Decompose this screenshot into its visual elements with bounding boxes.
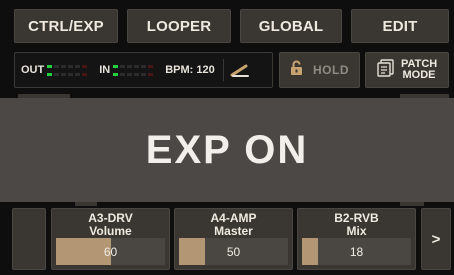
param-knob[interactable]: A3-DRV Volume 60 [51,208,170,270]
tab-label: EDIT [382,17,418,35]
exp-status-overlay: EXP ON [0,98,454,202]
param-knob[interactable]: A4-AMP Master 50 [174,208,293,270]
patch-mode-label-line2: MODE [402,69,436,81]
out-level-label: OUT [21,64,45,76]
tab-global[interactable]: GLOBAL [240,9,342,43]
param-title: A4-AMP Master [175,212,292,238]
bpm-display[interactable]: BPM: 120 [165,64,215,76]
param-name: Volume [89,224,132,238]
next-page-button[interactable]: > [421,208,451,270]
hold-label: HOLD [313,63,349,77]
patch-list-icon [377,58,395,82]
prev-page-button[interactable] [12,208,46,270]
patch-mode-label: PATCH MODE [401,59,437,81]
out-level-meter [47,64,88,76]
tab-label: GLOBAL [258,17,324,35]
lock-icon [290,60,303,81]
param-bar[interactable]: 50 [179,238,288,265]
tab-edit[interactable]: EDIT [351,9,449,43]
tab-looper[interactable]: LOOPER [127,9,231,43]
param-knob[interactable]: B2-RVB Mix 18 [297,208,416,270]
param-name: Master [214,224,253,238]
chevron-right-icon: > [431,230,441,248]
param-value: 60 [103,244,118,259]
in-level-label: IN [99,64,111,76]
in-level-meter [113,64,154,76]
tab-ctrl-exp[interactable]: CTRL/EXP [14,9,118,43]
overlay-text: EXP ON [145,127,309,172]
tab-label: CTRL/EXP [28,17,104,35]
param-bar[interactable]: 18 [302,238,411,265]
tab-label: LOOPER [146,17,212,35]
param-value: 50 [226,244,241,259]
status-bar: OUT IN BPM: 120 [14,52,273,88]
param-value: 18 [349,244,364,259]
param-title: A3-DRV Volume [52,212,169,238]
param-name: Mix [346,224,367,238]
hold-button[interactable]: HOLD [279,52,360,88]
tuner-fork-icon[interactable] [230,63,250,77]
param-title: B2-RVB Mix [298,212,415,238]
patch-mode-button[interactable]: PATCH MODE [365,52,449,88]
param-bar[interactable]: 60 [56,238,165,265]
divider [222,59,224,81]
